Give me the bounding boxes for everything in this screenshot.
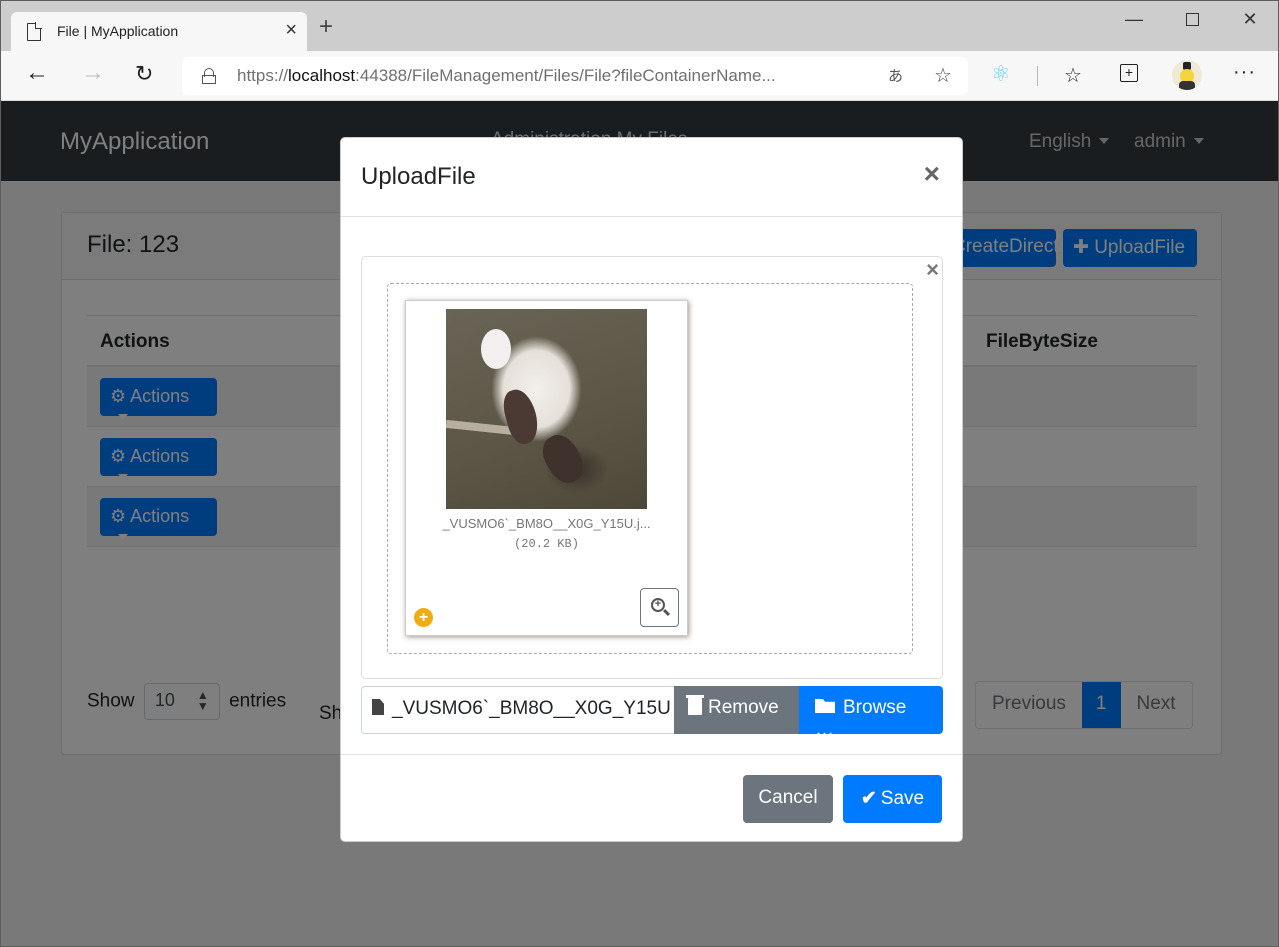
url-text[interactable]: https://localhost:44388/FileManagement/F…	[237, 66, 776, 86]
translate-icon[interactable]: あ	[888, 65, 903, 86]
file-caption-field[interactable]: _VUSMO6`_BM8O__X0G_Y15U	[361, 686, 674, 734]
thumbnail-file-size: (20.2 KB)	[514, 537, 579, 551]
back-arrow-icon[interactable]: ←	[25, 61, 49, 85]
browse-button[interactable]: Browse …	[799, 686, 943, 740]
browser-window: File | MyApplication × + — ✕ ← → ↻ https…	[0, 0, 1279, 947]
modal-header: UploadFile ×	[341, 138, 962, 217]
trash-icon	[686, 695, 704, 715]
browser-tab[interactable]: File | MyApplication ×	[11, 12, 307, 52]
react-devtools-icon[interactable]: ⚛	[991, 63, 1011, 85]
file-input-group: _VUSMO6`_BM8O__X0G_Y15U Remove Browse …	[361, 686, 943, 740]
add-favorite-icon[interactable]: ☆	[934, 63, 952, 88]
upload-pending-icon: +	[414, 608, 433, 627]
modal-footer: Cancel ✔ Save	[341, 754, 962, 842]
tab-title: File | MyApplication	[57, 23, 179, 39]
image-preview	[446, 309, 647, 509]
save-button[interactable]: ✔ Save	[843, 775, 942, 823]
modal-title: UploadFile	[361, 163, 476, 190]
cancel-button[interactable]: Cancel	[743, 775, 833, 823]
file-thumbnail: _VUSMO6`_BM8O__X0G_Y15U.j... (20.2 KB) +…	[405, 300, 688, 636]
file-icon	[372, 699, 384, 715]
toolbar-divider	[1037, 66, 1038, 86]
more-icon[interactable]: ···	[1233, 61, 1256, 84]
address-bar[interactable]: https://localhost:44388/FileManagement/F…	[182, 57, 968, 95]
new-tab-button[interactable]: +	[319, 15, 333, 39]
profile-avatar[interactable]	[1172, 60, 1202, 90]
check-icon: ✔	[860, 788, 877, 809]
maximize-button[interactable]	[1169, 9, 1215, 31]
folder-open-icon	[815, 699, 835, 713]
clear-preview-icon[interactable]: ×	[926, 257, 939, 283]
remove-button[interactable]: Remove	[674, 686, 799, 734]
reload-icon[interactable]: ↻	[135, 63, 153, 85]
close-tab-icon[interactable]: ×	[285, 19, 297, 42]
close-icon[interactable]: ×	[924, 160, 940, 188]
maximize-icon	[1185, 13, 1199, 26]
upload-file-modal: UploadFile × × _VUSMO6`_BM8O__X0G_Y15U.j…	[340, 137, 963, 842]
tab-bar: File | MyApplication × + — ✕	[1, 1, 1278, 52]
browser-toolbar: ← → ↻ https://localhost:44388/FileManage…	[1, 51, 1278, 101]
minimize-button[interactable]: —	[1111, 9, 1157, 30]
page-icon	[27, 22, 42, 41]
lock-icon[interactable]	[202, 68, 216, 84]
favorites-icon[interactable]: ☆	[1064, 63, 1082, 88]
collections-icon[interactable]: +	[1120, 64, 1138, 82]
forward-arrow-icon[interactable]: →	[81, 61, 105, 85]
thumbnail-file-name: _VUSMO6`_BM8O__X0G_Y15U.j...	[442, 516, 651, 531]
close-window-button[interactable]: ✕	[1227, 9, 1273, 30]
file-preview-box: × _VUSMO6`_BM8O__X0G_Y15U.j... (20.2 KB)…	[361, 256, 943, 679]
zoom-preview-button[interactable]: +	[640, 588, 679, 627]
file-drop-zone[interactable]: _VUSMO6`_BM8O__X0G_Y15U.j... (20.2 KB) +…	[387, 283, 913, 654]
